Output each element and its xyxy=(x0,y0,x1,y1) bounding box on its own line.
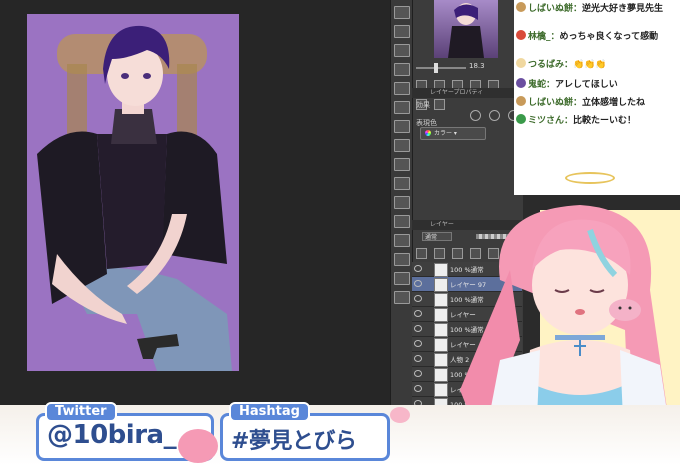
eye-icon[interactable] xyxy=(414,385,422,392)
tool-strip xyxy=(390,0,413,415)
user-avatar-icon xyxy=(516,58,526,68)
chat-username: しばいぬ餅： xyxy=(528,4,583,14)
chat-panel: しばいぬ餅：逆光大好き夢見先生 林檎_：めっちゃ良くなって感動 つるばみ：👏👏👏 鬼蛇… xyxy=(514,0,680,195)
hashtag-label: Hashtag xyxy=(229,402,310,422)
artwork-canvas[interactable] xyxy=(27,14,239,371)
eye-icon[interactable] xyxy=(414,265,422,272)
panel-tab-icon[interactable] xyxy=(394,120,410,133)
color-wheel-icon xyxy=(425,130,431,136)
eye-icon[interactable] xyxy=(414,355,422,362)
effect-label: 効果 xyxy=(416,101,430,109)
hashtag-value: #夢見とびら xyxy=(231,429,357,454)
eye-icon[interactable] xyxy=(414,370,422,377)
zoom-value: 18.3 xyxy=(469,62,485,70)
stream-overlay-bar: Twitter @10bira_ Hashtag #夢見とびら xyxy=(0,402,680,465)
layer-property-header[interactable]: レイヤープロパティ xyxy=(412,88,522,98)
panel-tab-icon[interactable] xyxy=(394,177,410,190)
panel-tab-icon[interactable] xyxy=(394,234,410,247)
chat-message: ミツさん：比較たーいむ！ xyxy=(516,114,676,127)
panel-tab-icon[interactable] xyxy=(394,158,410,171)
user-avatar-icon xyxy=(516,2,526,12)
user-avatar-icon xyxy=(516,114,526,124)
chat-username: 鬼蛇： xyxy=(528,80,556,90)
chat-text: アレしてほしい xyxy=(555,80,618,90)
reset-icon[interactable] xyxy=(434,99,446,110)
twitter-handle: @10bira_ xyxy=(47,420,177,450)
chat-username: 林檎_： xyxy=(528,32,560,42)
chat-message: 鬼蛇：アレしてほしい xyxy=(516,78,676,91)
panel-tab-icon[interactable] xyxy=(394,139,410,152)
panel-tab-icon[interactable] xyxy=(394,196,410,209)
chat-text: 立体感増したね xyxy=(582,98,646,108)
chat-text: 比較たーいむ！ xyxy=(573,116,637,126)
clip-icon[interactable] xyxy=(416,248,427,259)
navigator-preview xyxy=(448,3,484,58)
navigator-thumbnail[interactable] xyxy=(434,0,498,58)
eye-icon[interactable] xyxy=(414,295,422,302)
panel-tab-icon[interactable] xyxy=(394,272,410,285)
chat-text: 逆光大好き夢見先生 xyxy=(582,4,664,14)
navigator-tools xyxy=(416,76,512,110)
eye-icon[interactable] xyxy=(414,325,422,332)
chat-message: しばいぬ餅：立体感増したね xyxy=(516,96,676,109)
chat-text: 👏👏👏 xyxy=(573,60,607,70)
panel-tab-icon[interactable] xyxy=(394,25,410,38)
chat-message: つるばみ：👏👏👏 xyxy=(516,58,676,71)
chat-username: しばいぬ餅： xyxy=(528,98,583,108)
effect-border-icon[interactable] xyxy=(470,110,481,121)
chat-username: つるばみ： xyxy=(528,60,574,70)
panel-tab-icon[interactable] xyxy=(394,82,410,95)
panel-tab-icon[interactable] xyxy=(394,6,410,19)
expression-color-select[interactable]: カラー ▾ xyxy=(420,127,486,140)
chat-message: しばいぬ餅：逆光大好き夢見先生 xyxy=(516,2,676,15)
eye-icon[interactable] xyxy=(414,340,422,347)
panel-tab-icon[interactable] xyxy=(394,215,410,228)
panel-tab-icon[interactable] xyxy=(394,44,410,57)
panel-tab-icon[interactable] xyxy=(394,291,410,304)
effect-tone-icon[interactable] xyxy=(489,110,501,121)
zoom-knob[interactable] xyxy=(434,63,438,73)
mascot-icon xyxy=(178,429,218,463)
zoom-slider[interactable]: 18.3 xyxy=(416,62,512,74)
twitter-label: Twitter xyxy=(45,402,117,422)
color-select-value: カラー xyxy=(434,130,453,137)
eye-icon[interactable] xyxy=(414,280,422,287)
user-avatar-icon xyxy=(516,78,526,88)
chat-text: めっちゃ良くなって感動 xyxy=(559,32,659,42)
panel-tab-icon[interactable] xyxy=(394,253,410,266)
artwork-illustration xyxy=(27,14,239,371)
zoom-track[interactable] xyxy=(416,67,466,69)
cloud-mascot-icon xyxy=(390,407,410,423)
panel-tab-icon[interactable] xyxy=(394,63,410,76)
eye-icon[interactable] xyxy=(414,310,422,317)
halo-decoration xyxy=(565,172,615,184)
user-avatar-icon xyxy=(516,96,526,106)
user-avatar-icon xyxy=(516,30,526,40)
hashtag-card: Hashtag #夢見とびら xyxy=(220,402,390,461)
chat-username: ミツさん： xyxy=(528,116,574,126)
chat-message: 林檎_：めっちゃ良くなって感動 xyxy=(516,30,676,43)
panel-tab-icon[interactable] xyxy=(394,101,410,114)
